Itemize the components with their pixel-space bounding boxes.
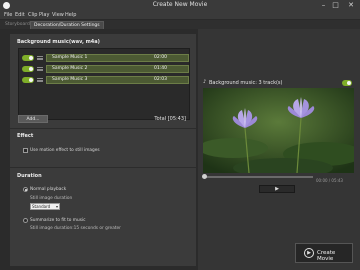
drag-handle-icon[interactable] [37,56,43,60]
menu-play[interactable]: Play [39,12,49,18]
timecode: 00:00 / 05:43 [316,178,343,183]
track-toggle[interactable] [22,77,34,83]
settings-panel: Background music(wav, m4a) Sample Music … [10,34,196,266]
window-title: Create New Movie [152,1,208,8]
track-row[interactable]: Sample Music 3 02:03 [22,76,189,84]
still-duration-select[interactable]: Standard ▾ [30,203,60,210]
menu-view[interactable]: View [52,12,64,18]
menu-help[interactable]: Help [65,12,76,18]
create-movie-icon: ▶ [304,248,314,258]
track-name: Sample Music 1 [52,55,88,60]
menu-bar: File Edit Clip Play View Help [0,11,360,20]
lotus-flower-image [203,88,354,173]
divider [10,128,196,129]
track-duration: 02:00 [154,55,167,60]
play-icon: ▶ [275,186,279,192]
preview-panel: ♪ Background music: 3 track(s) 00:00 / 0… [198,29,360,270]
duration-section-title: Duration [17,173,42,179]
total-duration: Total [05:43] [154,116,186,122]
close-icon[interactable]: ✕ [344,0,358,11]
add-music-button[interactable]: Add... [18,115,48,123]
motion-effect-label: Use motion effect to still images [30,148,100,153]
menu-edit[interactable]: Edit [15,12,25,18]
maximize-icon[interactable]: □ [330,0,341,11]
still-duration-value: Standard [32,204,51,209]
minimize-icon[interactable]: – [318,0,329,11]
track-name: Sample Music 2 [52,66,88,71]
track-duration: 01:40 [154,66,167,71]
track-row[interactable]: Sample Music 1 02:00 [22,54,189,62]
menu-clip[interactable]: Clip [28,12,37,18]
normal-playback-label: Normal playback [30,187,67,192]
drag-handle-icon[interactable] [37,67,43,71]
summarize-note: Still image duration:15 seconds or great… [30,226,121,231]
effect-section-title: Effect [17,133,34,139]
create-movie-button[interactable]: ▶ Create Movie [295,243,353,263]
track-row[interactable]: Sample Music 2 01:40 [22,65,189,73]
chevron-down-icon: ▾ [55,204,58,209]
summarize-radio[interactable] [23,218,28,223]
play-button[interactable]: ▶ [259,185,295,193]
track-name: Sample Music 3 [52,77,88,82]
tab-decoration-duration[interactable]: Decoration/Duration Settings [30,21,104,29]
track-toggle[interactable] [22,66,34,72]
drag-handle-icon[interactable] [37,78,43,82]
still-duration-label: Still image duration [30,196,73,201]
music-list: Sample Music 1 02:00 Sample Music 2 01:4… [18,48,190,120]
background-music-toggle[interactable] [342,80,352,86]
menu-file[interactable]: File [4,12,12,18]
create-movie-label: Create Movie [317,250,336,262]
background-music-count: Background music: 3 track(s) [209,80,283,86]
seek-handle[interactable] [202,174,207,179]
track-toggle[interactable] [22,55,34,61]
tab-storyboard[interactable]: Storyboard [2,21,33,29]
title-bar: Create New Movie – □ ✕ [0,0,360,11]
summarize-label: Summarize to fit to music [30,218,86,223]
music-section-title: Background music(wav, m4a) [17,39,100,45]
tab-bar: Storyboard Decoration/Duration Settings [0,20,360,29]
seek-bar[interactable] [203,176,313,178]
video-preview [203,88,354,173]
music-note-icon: ♪ [203,79,207,85]
track-duration: 02:03 [154,77,167,82]
motion-effect-checkbox[interactable] [23,148,28,153]
normal-playback-radio[interactable] [23,187,28,192]
divider [10,167,196,168]
